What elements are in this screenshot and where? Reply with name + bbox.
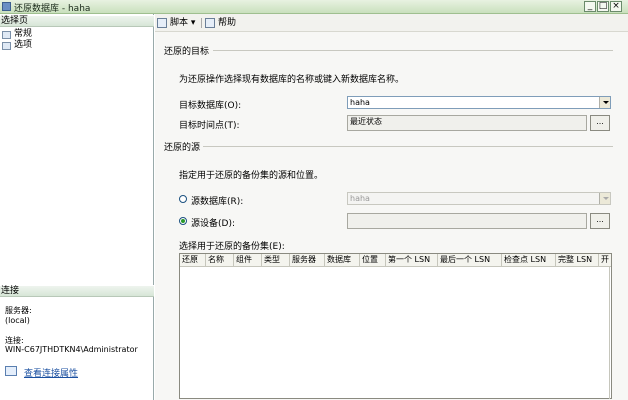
source-db-radio[interactable]: [179, 195, 187, 203]
grid-scrollbar-edge: [609, 267, 610, 399]
connection-value: WIN-C67JTHDTKN4\Administrator: [5, 345, 138, 354]
column-header[interactable]: 类型: [262, 254, 290, 267]
page-icon: [2, 31, 11, 39]
target-time-browse-button[interactable]: ...: [590, 115, 610, 131]
chevron-down-icon[interactable]: [599, 193, 610, 204]
target-time-label: 目标时间点(T):: [179, 121, 240, 131]
source-device-browse-button[interactable]: ...: [590, 213, 610, 229]
column-header[interactable]: 完整 LSN: [556, 254, 599, 267]
source-device-radio[interactable]: [179, 217, 187, 225]
column-header[interactable]: 服务器: [290, 254, 325, 267]
source-db-combobox[interactable]: haha: [347, 192, 611, 205]
view-connection-properties-link[interactable]: 查看连接属性: [24, 366, 78, 379]
column-header[interactable]: 数据库: [325, 254, 360, 267]
restore-target-instructions: 为还原操作选择现有数据库的名称或键入新数据库名称。: [179, 75, 405, 85]
restore-target-title: 还原的目标: [164, 47, 210, 57]
column-header[interactable]: 检查点 LSN: [502, 254, 556, 267]
target-db-label: 目标数据库(O):: [179, 101, 242, 111]
restore-source-title: 还原的源: [164, 143, 201, 153]
minimize-button[interactable]: _: [584, 1, 596, 12]
target-db-combobox[interactable]: haha: [347, 96, 611, 109]
column-header[interactable]: 还原: [180, 254, 206, 267]
restore-source-instructions: 指定用于还原的备份集的源和位置。: [179, 171, 324, 181]
page-item-general[interactable]: 常规: [0, 29, 32, 40]
connection-header: 连接: [0, 285, 154, 297]
column-header[interactable]: 第一个 LSN: [386, 254, 438, 267]
source-device-field: [347, 213, 587, 229]
target-time-field: 最近状态: [347, 115, 587, 131]
backup-sets-label: 选择用于还原的备份集(E):: [179, 242, 285, 252]
page-label-options: 选项: [14, 40, 33, 50]
page-icon: [2, 42, 11, 50]
connection-label: 连接:: [5, 336, 24, 345]
help-button[interactable]: 帮助: [205, 17, 236, 29]
script-icon: [157, 18, 167, 28]
section-divider: [203, 146, 613, 147]
toolbar-separator: [201, 18, 202, 28]
column-header[interactable]: 名称: [206, 254, 234, 267]
help-icon: [205, 18, 215, 28]
grid-header: 还原 名称 组件 类型 服务器 数据库 位置 第一个 LSN 最后一个 LSN …: [180, 254, 611, 267]
connection-properties-icon: [5, 366, 17, 376]
chevron-down-icon: ▾: [190, 18, 196, 28]
page-item-options[interactable]: 选项: [0, 40, 32, 51]
source-db-label: 源数据库(R):: [191, 197, 244, 207]
script-button[interactable]: 脚本 ▾: [157, 17, 195, 29]
title-bar: 还原数据库 - haha _ □ ×: [0, 0, 628, 14]
maximize-button[interactable]: □: [597, 1, 609, 12]
select-page-header: 选择页: [0, 15, 154, 27]
script-label: 脚本: [170, 18, 189, 28]
source-device-label: 源设备(D):: [191, 219, 235, 229]
chevron-down-icon[interactable]: [599, 97, 610, 108]
column-header[interactable]: 开: [599, 254, 611, 267]
backup-sets-grid[interactable]: 还原 名称 组件 类型 服务器 数据库 位置 第一个 LSN 最后一个 LSN …: [179, 253, 612, 399]
server-label: 服务器:: [5, 306, 32, 315]
source-db-value: haha: [350, 194, 370, 203]
column-header[interactable]: 组件: [234, 254, 262, 267]
target-db-value: haha: [350, 98, 370, 107]
column-header[interactable]: 位置: [360, 254, 386, 267]
page-label-general: 常规: [14, 29, 33, 39]
server-value: (local): [5, 316, 30, 325]
column-header[interactable]: 最后一个 LSN: [438, 254, 502, 267]
left-pane: 选择页 常规 选项 连接 服务器: (local) 连接: WIN-C67JTH…: [0, 14, 154, 400]
close-button[interactable]: ×: [610, 1, 622, 12]
toolbar: 脚本 ▾ 帮助: [155, 14, 628, 32]
section-divider: [213, 50, 613, 51]
database-icon: [2, 2, 11, 11]
help-label: 帮助: [218, 18, 237, 28]
window-title: 还原数据库 - haha: [14, 4, 91, 14]
